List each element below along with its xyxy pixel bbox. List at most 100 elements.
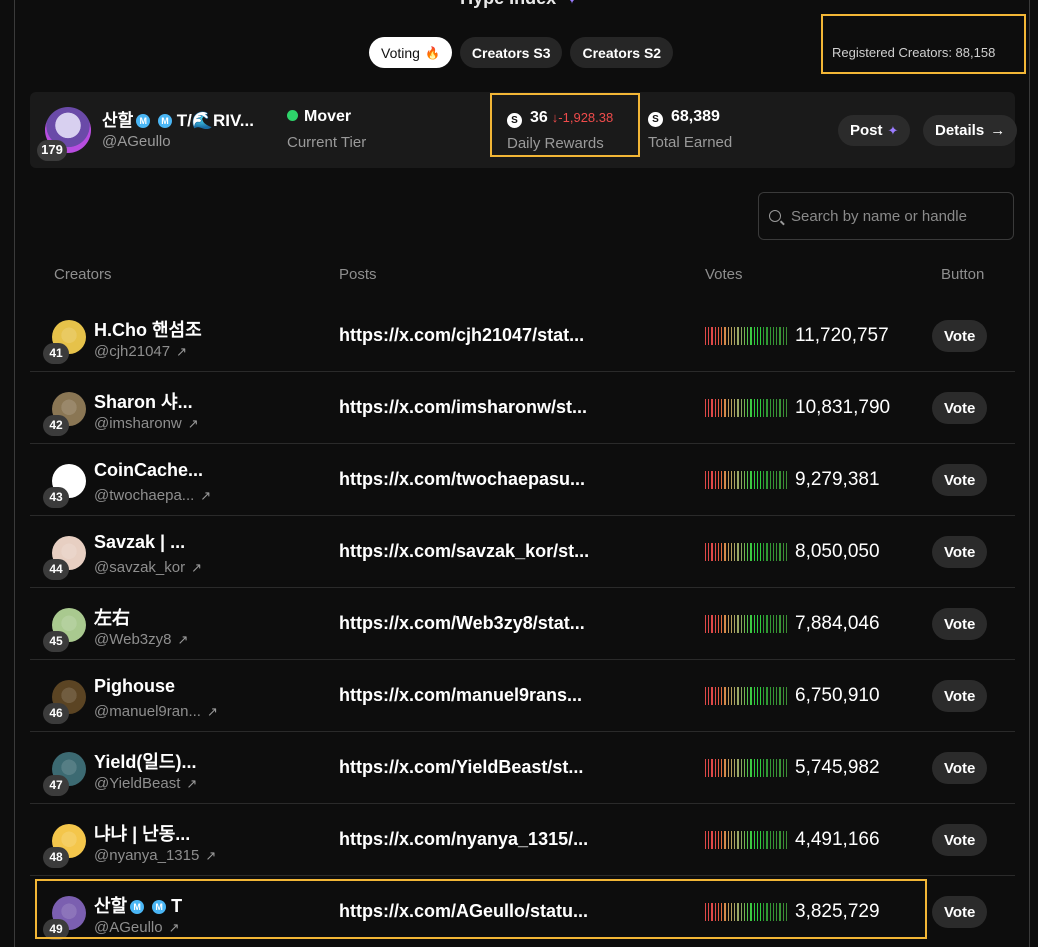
post-link[interactable]: https://x.com/imsharonw/st... — [339, 397, 587, 418]
total-earned-value: S 68,389 — [648, 108, 720, 127]
post-link[interactable]: https://x.com/nyanya_1315/... — [339, 829, 588, 850]
external-link-icon: ↗ — [186, 776, 198, 791]
vote-bar-segment — [717, 327, 720, 345]
vote-bar-segment — [721, 903, 723, 921]
vote-bar-segment — [766, 903, 768, 921]
creator-name: CoinCache... — [94, 460, 203, 481]
creator-handle-link[interactable]: @twochaepa... ↗ — [94, 487, 211, 504]
registered-creators-text: Registered Creators: 88,158 — [832, 45, 996, 60]
vote-bar-segment — [785, 759, 788, 777]
vote-bar-segment — [734, 759, 736, 777]
tab-creators-s2[interactable]: Creators S2 — [570, 37, 674, 68]
creator-handle-link[interactable]: @nyanya_1315 ↗ — [94, 847, 216, 864]
vote-bar-segment — [759, 687, 762, 705]
creator-handle-link[interactable]: @AGeullo ↗ — [94, 919, 180, 936]
vote-bar-segment — [705, 759, 707, 777]
creator-name-text: Sharon 샤... — [94, 392, 193, 412]
vote-bar-segment — [727, 831, 729, 849]
vote-bar-segment — [727, 327, 729, 345]
creator-handle-link[interactable]: @manuel9ran... ↗ — [94, 703, 218, 720]
column-header-creators: Creators — [54, 266, 112, 283]
vote-bar-segment — [737, 831, 739, 849]
vote-count: 7,884,046 — [795, 613, 880, 634]
vote-button[interactable]: Vote — [932, 752, 988, 784]
registered-creators-count: Registered Creators: 88,158 — [821, 14, 1026, 74]
creator-handle-link[interactable]: @imsharonw ↗ — [94, 415, 199, 432]
post-link[interactable]: https://x.com/twochaepasu... — [339, 469, 585, 490]
external-link-icon: ↗ — [206, 704, 218, 719]
vote-button[interactable]: Vote — [932, 392, 988, 424]
vote-bar-segment — [711, 687, 713, 705]
creator-handle-link[interactable]: @Web3zy8 ↗ — [94, 631, 188, 648]
vote-bar-segment — [785, 543, 788, 561]
vote-bar-segment — [740, 615, 742, 633]
post-link[interactable]: https://x.com/savzak_kor/st... — [339, 541, 589, 562]
tab-voting[interactable]: Voting 🔥 — [369, 37, 452, 68]
vote-button[interactable]: Vote — [932, 896, 988, 928]
post-button[interactable]: Post ✦ — [838, 115, 911, 146]
post-link[interactable]: https://x.com/manuel9rans... — [339, 685, 582, 706]
vote-bar-segment — [750, 327, 752, 345]
vote-bar-segment — [759, 399, 762, 417]
creator-name: Sharon 샤... — [94, 388, 193, 414]
vote-bar-segment — [721, 399, 723, 417]
post-link[interactable]: https://x.com/cjh21047/stat... — [339, 325, 584, 346]
vote-bar-segment — [743, 831, 746, 849]
vote-bar-segment — [763, 471, 765, 489]
post-link[interactable]: https://x.com/AGeullo/statu... — [339, 901, 588, 922]
vote-bar-segment — [772, 543, 775, 561]
post-link[interactable]: https://x.com/Web3zy8/stat... — [339, 613, 585, 634]
vote-bar-segment — [717, 399, 720, 417]
vote-button[interactable]: Vote — [932, 680, 988, 712]
vote-bar-segment — [743, 903, 746, 921]
daily-rewards-label: Daily Rewards — [507, 135, 604, 152]
vote-bar-segment — [782, 615, 784, 633]
vote-bar-segment — [737, 399, 739, 417]
vote-button[interactable]: Vote — [932, 320, 988, 352]
post-link[interactable]: https://x.com/YieldBeast/st... — [339, 757, 583, 778]
vote-bar-segment — [763, 327, 765, 345]
rank-badge: 46 — [43, 703, 69, 724]
vote-bar-segment — [727, 471, 729, 489]
vote-bar-segment — [766, 615, 768, 633]
vote-bar-segment — [756, 327, 758, 345]
vote-bar-segment — [766, 471, 768, 489]
tab-label: Creators S2 — [582, 44, 662, 61]
tab-label: Creators S3 — [471, 44, 551, 61]
creator-handle-link[interactable]: @YieldBeast ↗ — [94, 775, 197, 792]
vote-bar-segment — [705, 615, 707, 633]
vote-button[interactable]: Vote — [932, 824, 988, 856]
rank-badge: 44 — [43, 559, 69, 580]
creator-handle-text: @imsharonw — [94, 415, 182, 432]
vote-strength-bar — [705, 615, 788, 633]
vote-bar-segment — [759, 759, 762, 777]
vote-bar-segment — [740, 543, 742, 561]
profile-name: 산할 M M T/🌊RIV... — [102, 106, 254, 131]
vote-bar-segment — [714, 687, 716, 705]
vote-bar-segment — [753, 399, 755, 417]
vote-bar-segment — [750, 903, 752, 921]
vote-bar-segment — [734, 903, 736, 921]
vote-bar-segment — [782, 759, 784, 777]
vote-bar-segment — [730, 615, 733, 633]
vote-button[interactable]: Vote — [932, 464, 988, 496]
vote-bar-segment — [747, 399, 749, 417]
vote-bar-segment — [708, 615, 710, 633]
vote-bar-segment — [727, 759, 729, 777]
vote-bar-segment — [750, 471, 752, 489]
vote-button[interactable]: Vote — [932, 608, 988, 640]
vote-bar-segment — [730, 543, 733, 561]
creator-handle-link[interactable]: @cjh21047 ↗ — [94, 343, 187, 360]
vote-bar-segment — [737, 543, 739, 561]
creator-handle-text: @cjh21047 — [94, 343, 171, 360]
vote-bar-segment — [759, 615, 762, 633]
page-title: Hype Index ✦ — [0, 0, 1038, 9]
details-button[interactable]: Details → — [923, 115, 1018, 146]
fire-icon: 🔥 — [424, 45, 440, 60]
tab-creators-s3[interactable]: Creators S3 — [459, 37, 563, 68]
vote-button[interactable]: Vote — [932, 536, 988, 568]
creator-handle-link[interactable]: @savzak_kor ↗ — [94, 559, 202, 576]
vote-bar-segment — [740, 759, 742, 777]
vote-bar-segment — [708, 903, 710, 921]
search-input[interactable] — [791, 207, 1006, 225]
